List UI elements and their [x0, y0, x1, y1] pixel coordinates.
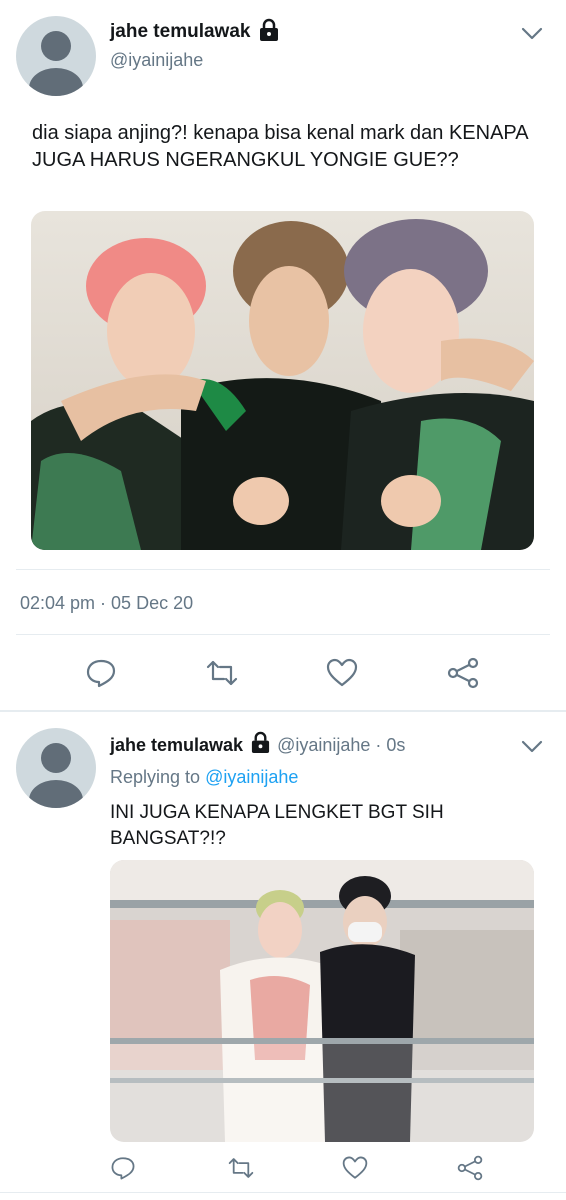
replying-to: Replying to @iyainijahe	[110, 767, 298, 788]
replying-to-handle[interactable]: @iyainijahe	[205, 767, 298, 787]
chevron-down-icon[interactable]	[512, 727, 552, 767]
replying-to-label: Replying to	[110, 767, 201, 787]
reply-icon[interactable]	[103, 1148, 143, 1188]
separator	[0, 1192, 566, 1193]
handle[interactable]: @iyainijahe	[110, 50, 203, 71]
separator	[0, 710, 566, 712]
avatar[interactable]	[16, 16, 96, 96]
retweet-icon[interactable]	[221, 1148, 261, 1188]
time: · 0s	[375, 734, 406, 755]
share-icon[interactable]	[450, 1148, 490, 1188]
lock-icon	[250, 731, 271, 759]
photo-three-people-icon	[31, 211, 534, 550]
like-icon[interactable]	[335, 1148, 375, 1188]
tweet-text: INI JUGA KENAPA LENGKET BGT SIH BANGSAT?…	[110, 802, 444, 849]
like-icon[interactable]	[322, 653, 362, 693]
display-name: jahe temulawak	[110, 21, 251, 42]
reply-icon[interactable]	[81, 653, 121, 693]
display-name: jahe temulawak	[110, 734, 244, 755]
lock-icon	[258, 18, 280, 47]
tweet-photo[interactable]	[110, 860, 534, 1142]
share-icon[interactable]	[443, 653, 483, 693]
separator	[16, 569, 550, 570]
tweet-text: dia siapa anjing?! kenapa bisa kenal mar…	[32, 122, 528, 171]
handle: @iyainijahe	[277, 734, 371, 755]
avatar[interactable]	[16, 728, 96, 808]
separator	[16, 634, 550, 635]
tweet-photo[interactable]	[31, 211, 534, 550]
retweet-icon[interactable]	[202, 653, 242, 693]
author-name-row[interactable]: jahe temulawak	[110, 18, 280, 47]
photo-two-people-icon	[110, 860, 534, 1142]
timestamp[interactable]: 02:04 pm · 05 Dec 20	[20, 593, 193, 614]
author-row[interactable]: jahe temulawak @iyainijahe · 0s	[110, 731, 406, 759]
chevron-down-icon[interactable]	[512, 14, 552, 54]
